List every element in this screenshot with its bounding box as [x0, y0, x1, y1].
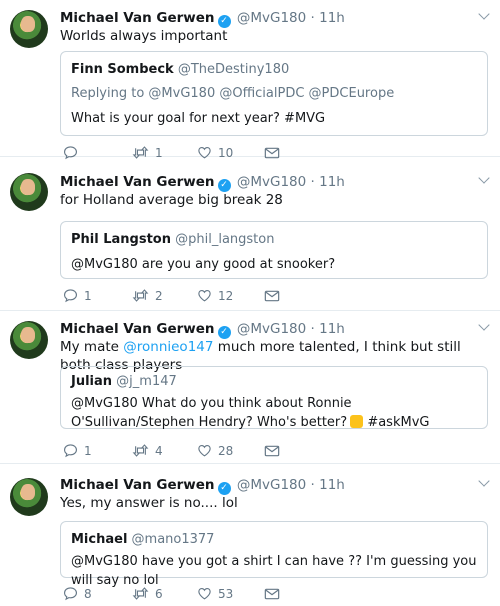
author-handle[interactable]: @MvG180 [237, 174, 306, 190]
avatar[interactable] [10, 10, 48, 48]
avatar[interactable] [10, 478, 48, 516]
replying-to: Replying to @MvG180 @OfficialPDC @PDCEur… [71, 86, 395, 101]
separator: · [310, 174, 315, 190]
author-name[interactable]: Michael Van Gerwen [60, 174, 215, 190]
quoted-text: @MvG180 are you any good at snooker? [71, 257, 336, 272]
heart-icon [198, 289, 211, 302]
tweet[interactable]: Michael Van Gerwen ✓ @MvG180 · 11h My mat… [0, 311, 500, 464]
retweet-count: 4 [155, 444, 163, 458]
reply-button[interactable]: 1 [63, 287, 92, 305]
author-handle[interactable]: @MvG180 [237, 321, 306, 337]
tweet-text: for Holland average big break 28 [60, 192, 283, 208]
chevron-down-icon[interactable] [478, 475, 490, 487]
avatar[interactable] [10, 321, 48, 359]
tweet[interactable]: Michael Van Gerwen ✓ @MvG180 · 11h for Ho… [0, 157, 500, 311]
quoted-text-body: @MvG180 What do you think about Ronnie O… [71, 396, 352, 430]
thinking-emoji-icon [350, 415, 364, 428]
like-button[interactable]: 53 [197, 585, 233, 603]
separator: · [310, 477, 315, 493]
tweet-header: Michael Van Gerwen ✓ @MvG180 · 11h [60, 320, 345, 339]
like-button[interactable]: 28 [197, 442, 233, 460]
timestamp[interactable]: 11h [319, 10, 345, 26]
separator: · [310, 10, 315, 26]
retweet-icon [132, 587, 149, 600]
retweet-icon [132, 289, 149, 302]
quoted-author-name: Michael [71, 532, 128, 547]
author-name[interactable]: Michael Van Gerwen [60, 10, 215, 26]
heart-icon [198, 587, 211, 600]
quoted-tweet[interactable]: Finn Sombeck @TheDestiny180 Replying to … [60, 51, 488, 136]
chevron-down-icon[interactable] [478, 8, 490, 20]
retweet-count: 6 [155, 587, 163, 601]
like-count: 53 [218, 587, 234, 601]
tweet-header: Michael Van Gerwen ✓ @MvG180 · 11h [60, 476, 345, 495]
direct-message-button[interactable] [264, 585, 280, 603]
quoted-author-handle: @mano1377 [131, 532, 215, 547]
quoted-tweet[interactable]: Julian @j_m147 @MvG180 What do you think… [60, 366, 488, 432]
retweet-icon [132, 444, 149, 457]
quoted-author-handle: @TheDestiny180 [177, 62, 290, 77]
author-name[interactable]: Michael Van Gerwen [60, 321, 215, 337]
direct-message-button[interactable] [264, 442, 280, 460]
reply-icon [63, 444, 78, 458]
separator: · [310, 321, 315, 337]
envelope-icon [264, 290, 280, 302]
like-count: 28 [218, 444, 234, 458]
timestamp[interactable]: 11h [319, 477, 345, 493]
author-handle[interactable]: @MvG180 [237, 10, 306, 26]
reply-button[interactable]: 1 [63, 442, 92, 460]
quoted-author-name: Phil Langston [71, 232, 171, 247]
like-button[interactable]: 12 [197, 287, 233, 305]
reply-count: 1 [84, 444, 92, 458]
quoted-author-name: Julian [71, 374, 113, 389]
quoted-hashtag: #askMvG [367, 415, 430, 430]
tweet-header: Michael Van Gerwen ✓ @MvG180 · 11h [60, 9, 345, 28]
reply-icon [63, 587, 78, 601]
envelope-icon [264, 588, 280, 600]
retweet-button[interactable]: 6 [132, 585, 163, 603]
tweet-actions: 1 2 12 [60, 287, 480, 305]
author-name[interactable]: Michael Van Gerwen [60, 477, 215, 493]
retweet-button[interactable]: 2 [132, 287, 163, 305]
direct-message-button[interactable] [264, 287, 280, 305]
tweet-actions: 8 6 53 [60, 585, 480, 603]
avatar[interactable] [10, 173, 48, 211]
heart-icon [198, 444, 211, 457]
mention-link[interactable]: @ronnieo147 [123, 339, 213, 355]
reply-count: 8 [84, 587, 92, 601]
chevron-down-icon[interactable] [478, 319, 490, 331]
tweet[interactable]: Michael Van Gerwen ✓ @MvG180 · 11h Worlds… [0, 0, 500, 160]
envelope-icon [264, 445, 280, 457]
quoted-tweet[interactable]: Phil Langston @phil_langston @MvG180 are… [60, 221, 488, 279]
tweet[interactable]: Michael Van Gerwen ✓ @MvG180 · 11h Yes, m… [0, 464, 500, 606]
chevron-down-icon[interactable] [478, 172, 490, 184]
timestamp[interactable]: 11h [319, 174, 345, 190]
reply-count: 1 [84, 289, 92, 303]
reply-button[interactable]: 8 [63, 585, 92, 603]
timestamp[interactable]: 11h [319, 321, 345, 337]
author-handle[interactable]: @MvG180 [237, 477, 306, 493]
quoted-author-handle: @j_m147 [116, 374, 177, 389]
retweet-count: 2 [155, 289, 163, 303]
like-count: 12 [218, 289, 234, 303]
tweet-text: Worlds always important [60, 28, 228, 44]
reply-icon [63, 289, 78, 303]
quoted-author-name: Finn Sombeck [71, 62, 174, 77]
quoted-author-handle: @phil_langston [175, 232, 275, 247]
retweet-button[interactable]: 4 [132, 442, 163, 460]
quoted-text: @MvG180 What do you think about Ronnie O… [71, 394, 477, 432]
tweet-actions: 1 4 28 [60, 442, 480, 460]
quoted-tweet[interactable]: Michael @mano1377 @MvG180 have you got a… [60, 521, 488, 588]
tweet-header: Michael Van Gerwen ✓ @MvG180 · 11h [60, 173, 345, 192]
tweet-text-before: My mate [60, 339, 124, 355]
tweet-text: Yes, my answer is no.... lol [60, 495, 238, 511]
quoted-text: What is your goal for next year? #MVG [71, 111, 326, 126]
